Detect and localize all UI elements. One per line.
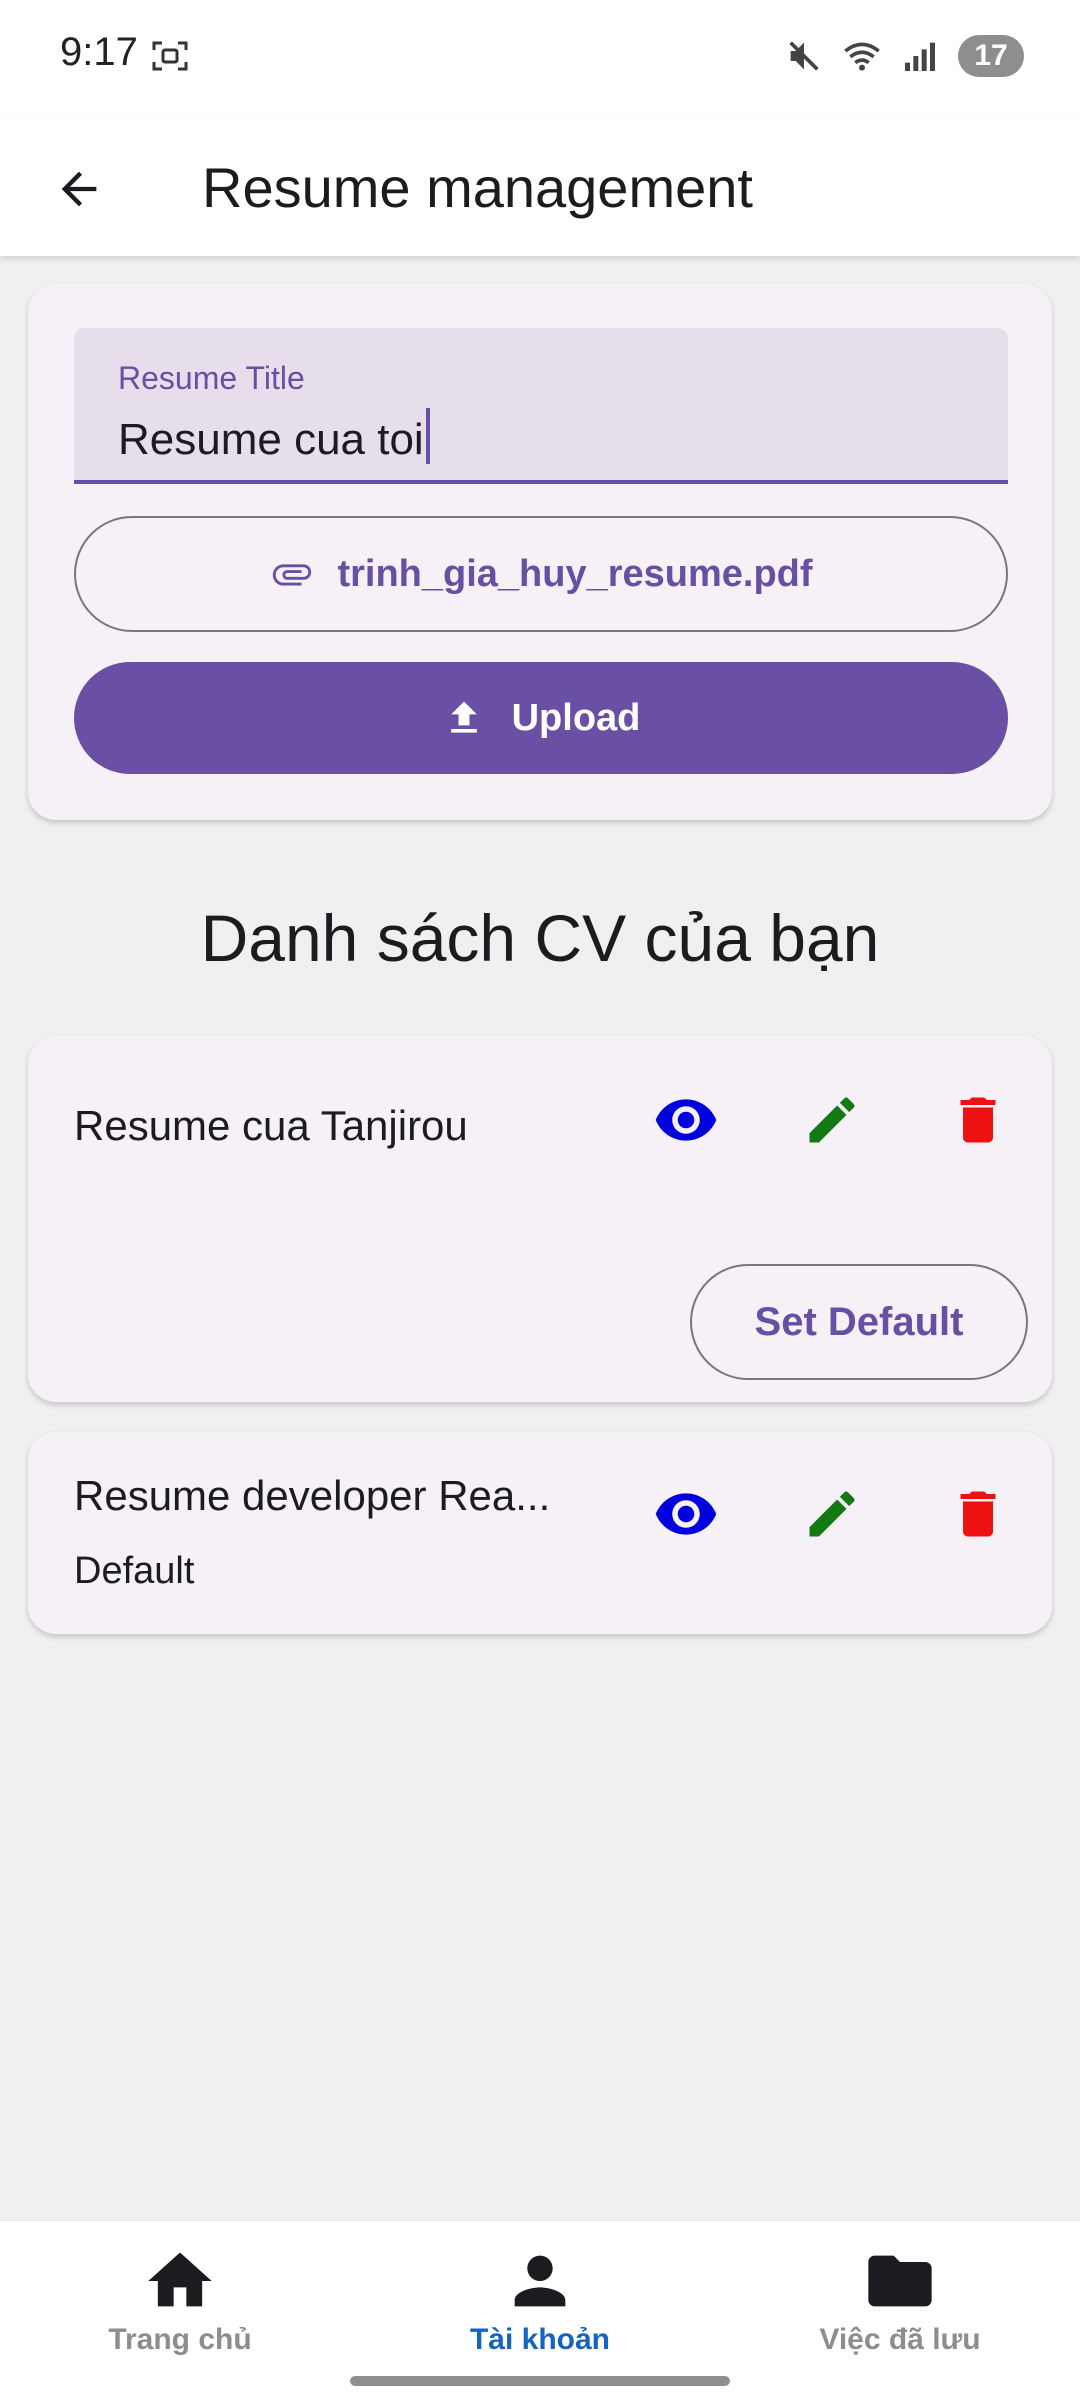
edit-resume-button[interactable] <box>792 1080 872 1160</box>
text-cursor <box>425 408 430 464</box>
delete-resume-button[interactable] <box>938 1080 1018 1160</box>
upload-icon <box>450 701 477 733</box>
resume-title: Resume cua Tanjirou <box>74 1102 468 1149</box>
default-status-label: Default <box>74 1550 195 1592</box>
mute-icon <box>789 41 819 71</box>
status-time: 9:17 <box>60 30 138 74</box>
attachment-icon <box>273 564 312 586</box>
back-button[interactable] <box>44 154 114 224</box>
file-name-label: trinh_gia_huy_resume.pdf <box>337 552 813 595</box>
signal-icon <box>905 42 935 71</box>
gesture-bar[interactable] <box>350 2376 730 2386</box>
status-bar: 9:17 17 <box>0 0 1080 116</box>
bottom-navigation: Trang chủ Tài khoản Việc đã lưu <box>0 2220 1080 2401</box>
home-icon <box>148 2252 212 2307</box>
nav-label-account: Tài khoản <box>469 2323 611 2356</box>
upload-button-label: Upload <box>511 696 641 739</box>
resume-title-input[interactable]: Resume cua toi <box>118 408 430 465</box>
edit-resume-button[interactable] <box>792 1474 872 1554</box>
resume-title-value: Resume cua toi <box>118 415 424 464</box>
pencil-icon <box>809 1097 855 1143</box>
eye-icon <box>655 1099 717 1141</box>
pencil-icon <box>809 1491 855 1537</box>
resume-list-heading: Danh sách CV của bạn <box>200 901 880 975</box>
nav-label-home: Trang chủ <box>108 2323 252 2356</box>
arrow-back-icon <box>61 171 97 207</box>
upload-button[interactable]: Upload <box>74 662 1008 774</box>
upload-resume-card: Resume Title Resume cua toi trinh_gia_hu… <box>28 284 1052 820</box>
person-icon <box>514 2255 566 2307</box>
eye-icon <box>655 1493 717 1535</box>
resume-card: Resume developer Rea... Default <box>28 1432 1052 1634</box>
trash-icon <box>960 1491 996 1537</box>
folder-icon <box>868 2255 932 2307</box>
trash-icon <box>960 1097 996 1143</box>
nav-item-home[interactable]: Trang chủ <box>0 2245 360 2357</box>
status-icons: 17 <box>784 34 1024 78</box>
wifi-icon <box>844 42 880 71</box>
resume-title: Resume developer Rea... <box>74 1472 551 1519</box>
nav-label-saved-jobs: Việc đã lưu <box>819 2323 981 2356</box>
page-title: Resume management <box>202 156 753 219</box>
resume-title-field[interactable]: Resume Title Resume cua toi <box>74 328 1008 484</box>
view-resume-button[interactable] <box>646 1474 726 1554</box>
resume-card: Resume cua Tanjirou Set Default <box>28 1036 1052 1402</box>
set-default-button[interactable]: Set Default <box>690 1264 1028 1380</box>
choose-file-button[interactable]: trinh_gia_huy_resume.pdf <box>74 516 1008 632</box>
screenshot-icon <box>152 41 188 71</box>
view-resume-button[interactable] <box>646 1080 726 1160</box>
resume-title-label: Resume Title <box>118 360 305 396</box>
nav-item-saved-jobs[interactable]: Việc đã lưu <box>720 2245 1080 2357</box>
delete-resume-button[interactable] <box>938 1474 1018 1554</box>
battery-indicator: 17 <box>958 35 1024 77</box>
app-bar: Resume management <box>0 116 1080 256</box>
nav-item-account[interactable]: Tài khoản <box>360 2245 720 2357</box>
